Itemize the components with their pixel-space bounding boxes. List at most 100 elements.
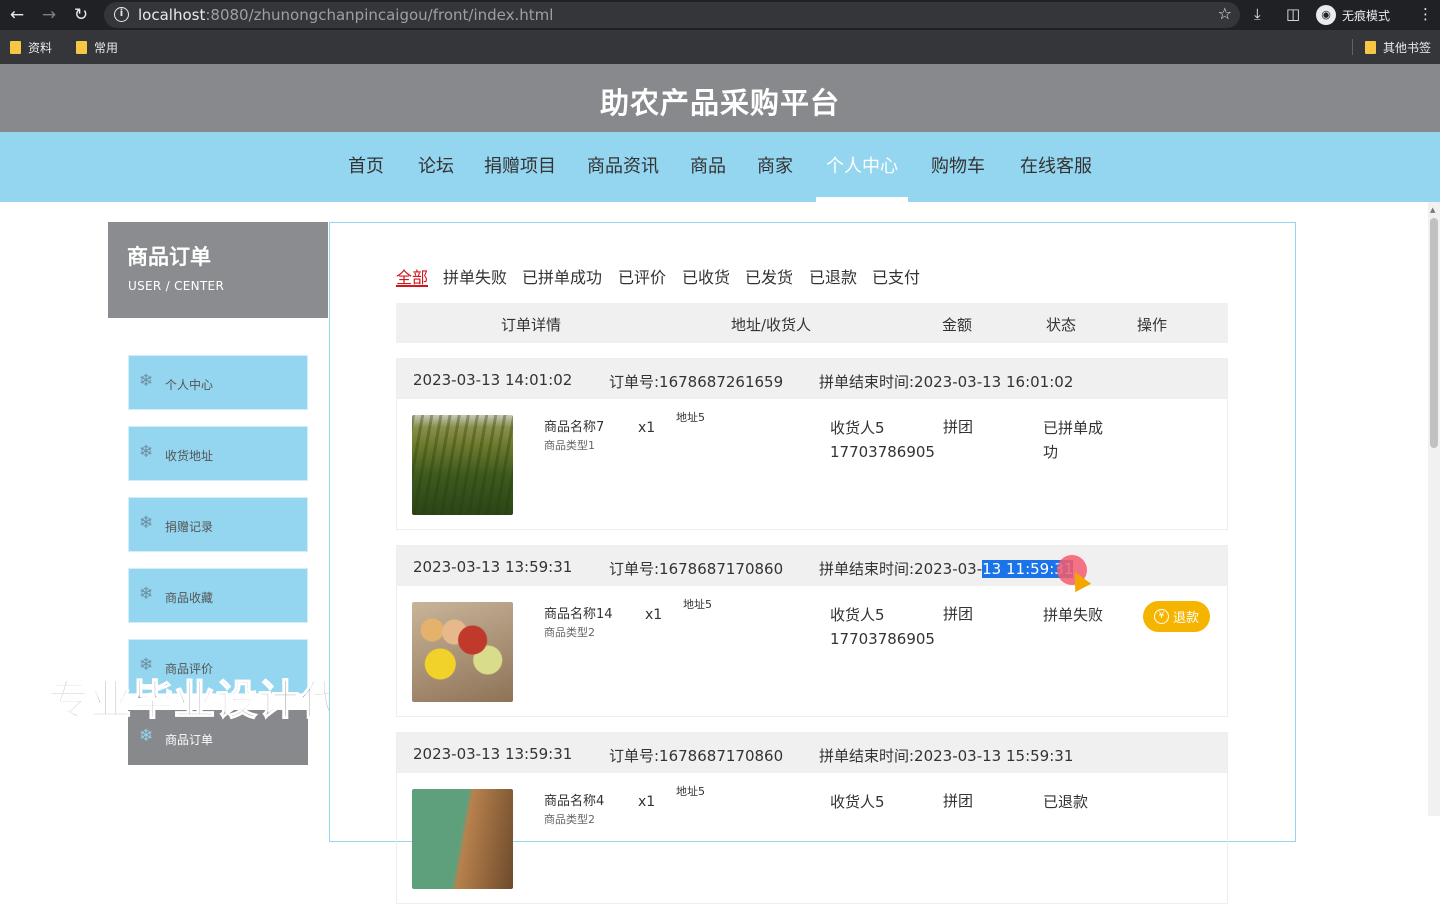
scrollbar-thumb[interactable] <box>1430 218 1438 448</box>
browser-toolbar: ← → ↻ i localhost:8080/zhunongchanpincai… <box>0 0 1440 30</box>
orders-table-header: 订单详情 地址/收货人 金额 状态 操作 <box>396 303 1228 343</box>
quantity: x1 <box>638 420 656 436</box>
sidebar-header: 商品订单 USER / CENTER <box>108 222 328 318</box>
order-status: 拼单失败 <box>1043 606 1104 624</box>
filter-tab-paid[interactable]: 已支付 <box>872 264 920 288</box>
order-card: 2023-03-13 13:59:31 订单号:1678687170860 拼单… <box>396 732 1228 904</box>
nav-user-center[interactable]: 个人中心 <box>826 152 898 178</box>
product-image[interactable] <box>412 789 513 889</box>
address-bar[interactable]: i localhost:8080/zhunongchanpincaigou/fr… <box>104 2 1240 28</box>
side-panel-icon[interactable]: ◫ <box>1286 5 1300 23</box>
snowflake-icon: ❄ <box>139 513 154 533</box>
filter-tab-received[interactable]: 已收货 <box>682 264 730 288</box>
filter-tab-reviewed[interactable]: 已评价 <box>618 264 666 288</box>
nav-home[interactable]: 首页 <box>348 152 384 178</box>
info-icon[interactable]: i <box>114 7 129 22</box>
incognito-icon: ◉ <box>1316 5 1336 25</box>
other-bookmarks[interactable]: 其他书签 <box>1365 39 1431 56</box>
group-end-time: 拼单结束时间:2023-03-13 16:01:02 <box>819 373 1074 391</box>
order-header: 2023-03-13 14:01:02 订单号:1678687261659 拼单… <box>397 359 1227 399</box>
folder-icon <box>76 41 87 54</box>
snowflake-icon: ❄ <box>139 442 154 462</box>
order-date: 2023-03-13 13:59:31 <box>413 558 573 576</box>
url-text: localhost:8080/zhunongchanpincaigou/fron… <box>138 6 554 24</box>
receiver-info: 收货人5 17703786905 <box>830 419 935 461</box>
filter-tab-group-success[interactable]: 已拼单成功 <box>522 264 602 288</box>
filter-tab-refunded[interactable]: 已退款 <box>809 264 857 288</box>
order-header: 2023-03-13 13:59:31 订单号:1678687170860 拼单… <box>397 733 1227 773</box>
product-name[interactable]: 商品名称4 <box>544 790 604 809</box>
nav-merchants[interactable]: 商家 <box>757 152 793 178</box>
menu-dots-icon[interactable]: ⋮ <box>1418 5 1433 23</box>
order-date: 2023-03-13 13:59:31 <box>413 745 573 763</box>
nav-donation[interactable]: 捐赠项目 <box>484 152 556 178</box>
bookmark-separator <box>1352 39 1353 55</box>
back-icon[interactable]: ← <box>6 4 28 26</box>
sidebar-title: 商品订单 <box>127 245 211 269</box>
column-header: 状态 <box>1046 316 1077 334</box>
group-end-time: 拼单结束时间:2023-03-13 15:59:31 <box>819 747 1074 765</box>
nav-products[interactable]: 商品 <box>690 152 726 178</box>
forward-icon[interactable]: → <box>38 4 60 26</box>
address: 地址5 <box>676 411 705 424</box>
bookmark-folder-1[interactable]: 资料 <box>10 39 52 56</box>
filter-tab-group-failed[interactable]: 拼单失败 <box>443 264 507 288</box>
column-header: 地址/收货人 <box>731 316 812 334</box>
main-nav: 首页 论坛 捐赠项目 商品资讯 商品 商家 个人中心 购物车 在线客服 <box>0 132 1440 202</box>
product-name[interactable]: 商品名称14 <box>544 603 613 622</box>
order-header: 2023-03-13 13:59:31 订单号:1678687170860 拼单… <box>397 546 1227 586</box>
bookmarks-bar: 资料 常用 其他书签 <box>0 30 1440 64</box>
download-icon[interactable]: ⤓ <box>1254 5 1261 23</box>
column-header: 订单详情 <box>501 316 562 334</box>
site-title: 助农产品采购平台 <box>599 86 840 120</box>
nav-news[interactable]: 商品资讯 <box>587 152 659 178</box>
nav-service[interactable]: 在线客服 <box>1020 152 1092 178</box>
page-scrollbar[interactable]: ▲ <box>1428 202 1440 816</box>
quantity: x1 <box>645 607 663 623</box>
snowflake-icon: ❄ <box>139 584 154 604</box>
receiver-info: 收货人5 17703786905 <box>830 606 935 648</box>
column-header: 金额 <box>942 316 973 334</box>
order-date: 2023-03-13 14:01:02 <box>413 371 573 389</box>
filter-tab-shipped[interactable]: 已发货 <box>745 264 793 288</box>
nav-forum[interactable]: 论坛 <box>418 152 454 178</box>
incognito-indicator[interactable]: ◉ 无痕模式 <box>1316 4 1390 26</box>
order-card: 2023-03-13 13:59:31 订单号:1678687170860 拼单… <box>396 545 1228 717</box>
sidebar-item-address[interactable]: ❄ 收货地址 <box>128 426 308 481</box>
product-image[interactable] <box>412 602 513 702</box>
order-number: 订单号:1678687170860 <box>609 747 784 765</box>
sidebar-item-donations[interactable]: ❄ 捐赠记录 <box>128 497 308 552</box>
amount: 拼团 <box>943 605 974 623</box>
product-type: 商品类型2 <box>544 813 595 826</box>
product-image[interactable] <box>412 415 513 515</box>
filter-active-indicator <box>396 285 428 287</box>
reload-icon[interactable]: ↻ <box>70 4 92 26</box>
address: 地址5 <box>676 785 705 798</box>
product-type: 商品类型1 <box>544 439 595 452</box>
snowflake-icon: ❄ <box>139 371 154 391</box>
bookmark-star-icon[interactable]: ☆ <box>1218 4 1232 23</box>
sidebar-item-user-center[interactable]: ❄ 个人中心 <box>128 355 308 410</box>
product-name[interactable]: 商品名称7 <box>544 416 604 435</box>
refund-button[interactable]: ¥ 退款 <box>1143 601 1210 632</box>
order-status: 已退款 <box>1043 793 1089 811</box>
yen-icon: ¥ <box>1153 609 1169 624</box>
order-status: 已拼单成功 <box>1043 419 1104 461</box>
snowflake-icon: ❄ <box>139 726 154 746</box>
column-header: 操作 <box>1137 316 1168 334</box>
bookmark-folder-2[interactable]: 常用 <box>76 39 118 56</box>
sidebar-subtitle: USER / CENTER <box>128 279 225 293</box>
group-end-time: 拼单结束时间:2023-03-13 11:59:31 <box>819 560 1074 578</box>
nav-active-indicator <box>816 197 908 202</box>
folder-icon <box>1365 41 1376 54</box>
scroll-up-icon[interactable]: ▲ <box>1430 206 1435 214</box>
sidebar-item-favorites[interactable]: ❄ 商品收藏 <box>128 568 308 623</box>
nav-cart[interactable]: 购物车 <box>931 152 985 178</box>
quantity: x1 <box>638 794 656 810</box>
order-card: 2023-03-13 14:01:02 订单号:1678687261659 拼单… <box>396 358 1228 530</box>
order-number: 订单号:1678687170860 <box>609 560 784 578</box>
amount: 拼团 <box>943 418 974 436</box>
amount: 拼团 <box>943 792 974 810</box>
order-number: 订单号:1678687261659 <box>609 373 784 391</box>
product-type: 商品类型2 <box>544 626 595 639</box>
